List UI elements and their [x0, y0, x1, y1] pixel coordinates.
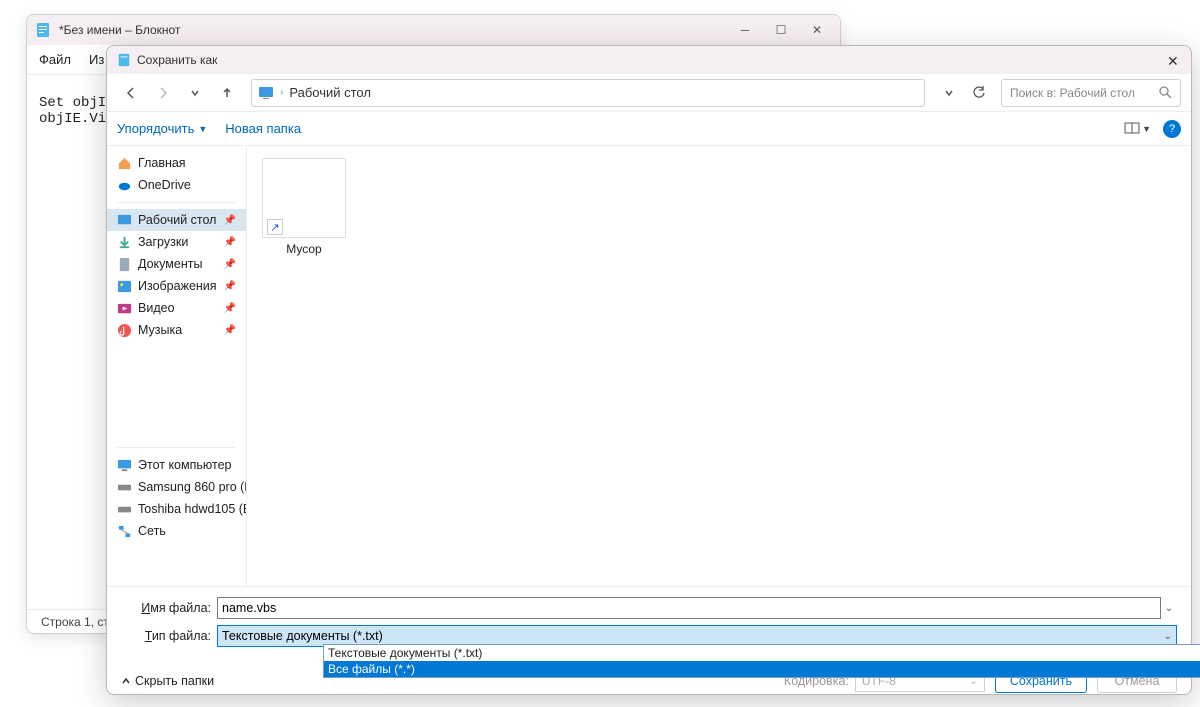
home-icon [117, 156, 132, 171]
file-item-musor[interactable]: ↗ Мусор [259, 158, 349, 256]
filetype-option-txt[interactable]: Текстовые документы (*.txt) [324, 645, 1200, 661]
pin-icon: 📌 [224, 281, 236, 292]
dialog-title: Сохранить как [137, 53, 217, 67]
nav-recent-button[interactable] [181, 79, 209, 107]
sidebar-item-videos[interactable]: Видео 📌 [107, 297, 246, 319]
filename-dropdown-button[interactable]: ⌄ [1161, 603, 1177, 614]
sidebar-item-onedrive[interactable]: OneDrive [107, 174, 246, 196]
nav-back-button[interactable] [117, 79, 145, 107]
notepad-title: *Без имени – Блокнот [59, 23, 738, 37]
download-icon [117, 235, 132, 250]
file-label: Мусор [286, 242, 321, 256]
pin-icon: 📌 [224, 215, 236, 226]
chevron-down-icon: ⌄ [1164, 631, 1172, 642]
shortcut-arrow-icon: ↗ [267, 219, 283, 235]
sidebar-item-downloads[interactable]: Загрузки 📌 [107, 231, 246, 253]
sidebar-item-documents[interactable]: Документы 📌 [107, 253, 246, 275]
sidebar-item-desktop[interactable]: Рабочий стол 📌 [107, 209, 246, 231]
filename-label: Имя файла: [121, 601, 217, 615]
search-placeholder: Поиск в: Рабочий стол [1010, 86, 1135, 100]
new-folder-button[interactable]: Новая папка [225, 121, 301, 136]
music-icon [117, 323, 132, 338]
pc-icon [117, 458, 132, 473]
status-pos: Строка 1, сто [41, 615, 115, 629]
breadcrumb-desktop[interactable]: Рабочий стол [289, 85, 371, 100]
nav-up-button[interactable] [213, 79, 241, 107]
nav-forward-button[interactable] [149, 79, 177, 107]
close-button[interactable]: ✕ [810, 23, 824, 37]
sidebar-item-network[interactable]: Сеть [107, 520, 246, 542]
chevron-up-icon [121, 676, 131, 686]
pin-icon: 📌 [224, 325, 236, 336]
sidebar-item-pc[interactable]: Этот компьютер [107, 454, 246, 476]
document-icon [117, 257, 132, 272]
pictures-icon [117, 279, 132, 294]
filetype-dropdown-list: Текстовые документы (*.txt) Все файлы (*… [323, 644, 1200, 678]
cloud-icon [117, 178, 132, 193]
sidebar-item-drive-e[interactable]: Toshiba hdwd105 (E:) [107, 498, 246, 520]
save-as-dialog: Сохранить как ✕ › Рабочий стол Поиск в: … [106, 45, 1192, 695]
hide-folders-button[interactable]: Скрыть папки [121, 674, 214, 688]
sidebar-item-music[interactable]: Музыка 📌 [107, 319, 246, 341]
address-bar[interactable]: › Рабочий стол [251, 79, 925, 107]
sidebar-item-drive-d[interactable]: Samsung 860 pro (D: [107, 476, 246, 498]
menu-file[interactable]: Файл [39, 52, 71, 67]
addr-dropdown-button[interactable] [935, 79, 963, 107]
dialog-toolbar: Упорядочить ▼ Новая папка ▼ ? [107, 112, 1191, 146]
filetype-label: Тип файла: [121, 629, 217, 643]
view-options-button[interactable]: ▼ [1124, 121, 1151, 137]
refresh-button[interactable] [965, 79, 993, 107]
notepad-icon [117, 53, 131, 67]
chevron-right-icon: › [280, 87, 283, 98]
sidebar-item-pictures[interactable]: Изображения 📌 [107, 275, 246, 297]
minimize-button[interactable]: ─ [738, 23, 752, 37]
network-icon [117, 524, 132, 539]
dialog-close-button[interactable]: ✕ [1167, 53, 1181, 67]
maximize-button[interactable]: ☐ [774, 23, 788, 37]
video-icon [117, 301, 132, 316]
filename-input[interactable] [217, 597, 1161, 619]
notepad-icon [35, 22, 51, 38]
pin-icon: 📌 [224, 259, 236, 270]
drive-icon [117, 480, 132, 495]
notepad-titlebar: *Без имени – Блокнот ─ ☐ ✕ [27, 15, 840, 45]
help-button[interactable]: ? [1163, 120, 1181, 138]
desktop-icon [258, 85, 274, 101]
search-input[interactable]: Поиск в: Рабочий стол [1001, 79, 1181, 107]
file-thumbnail: ↗ [262, 158, 346, 238]
filetype-option-all[interactable]: Все файлы (*.*) [324, 661, 1200, 677]
drive-icon [117, 502, 132, 517]
pin-icon: 📌 [224, 303, 236, 314]
menu-edit[interactable]: Из [89, 52, 104, 67]
dialog-titlebar: Сохранить как ✕ [107, 46, 1191, 74]
nav-toolbar: › Рабочий стол Поиск в: Рабочий стол [107, 74, 1191, 112]
search-icon [1159, 86, 1172, 99]
pin-icon: 📌 [224, 237, 236, 248]
sidebar: Главная OneDrive Рабочий стол 📌 Загрузки… [107, 146, 247, 586]
file-pane[interactable]: ↗ Мусор [247, 146, 1191, 586]
desktop-icon [117, 213, 132, 228]
sidebar-item-home[interactable]: Главная [107, 152, 246, 174]
organize-button[interactable]: Упорядочить ▼ [117, 121, 207, 136]
